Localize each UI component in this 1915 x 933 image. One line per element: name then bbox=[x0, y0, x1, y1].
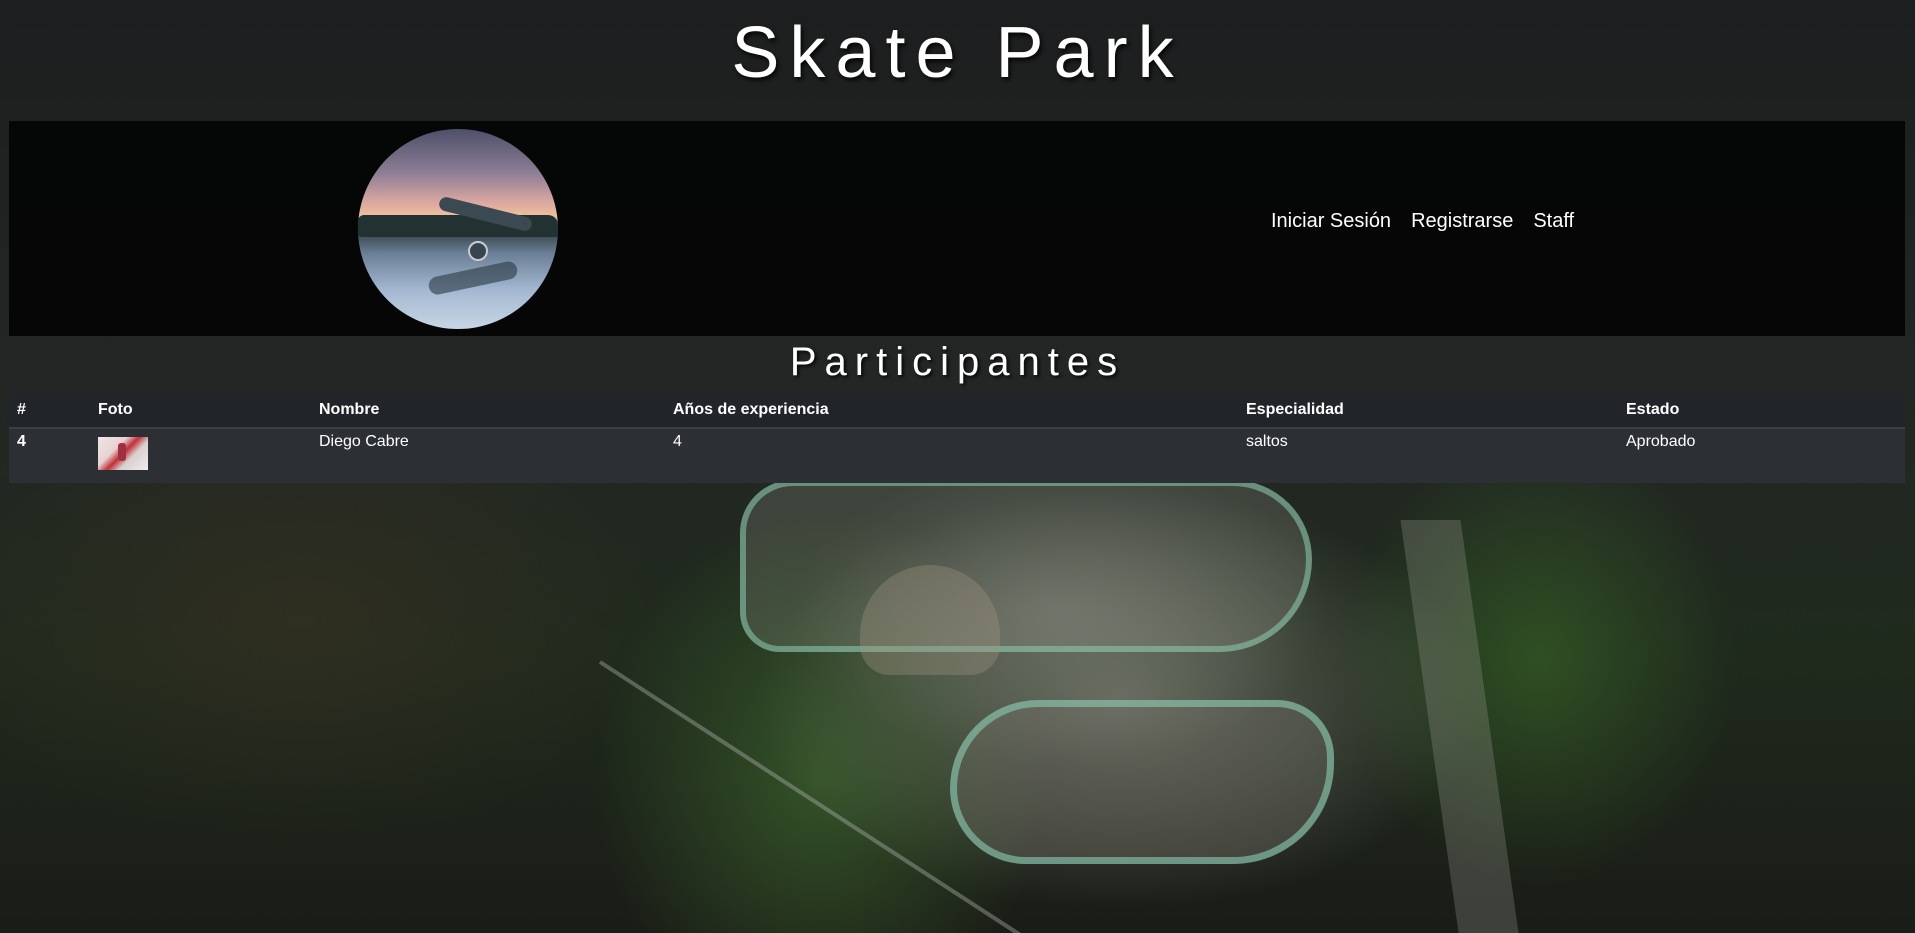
background-fence bbox=[598, 660, 1038, 933]
cell-name: Diego Cabre bbox=[311, 428, 665, 483]
column-header-experience: Años de experiencia bbox=[665, 393, 1238, 429]
main-nav: Iniciar Sesión Registrarse Staff bbox=[1271, 209, 1574, 233]
background-skate-bowl bbox=[950, 700, 1334, 864]
section-title: Participantes bbox=[789, 340, 1126, 384]
cell-status: Aprobado bbox=[1618, 428, 1905, 483]
column-header-number: # bbox=[9, 393, 90, 429]
participants-table: # Foto Nombre Años de experiencia Especi… bbox=[9, 393, 1905, 483]
cell-experience: 4 bbox=[665, 428, 1238, 483]
background-skate-bowl bbox=[740, 480, 1312, 652]
logo-image bbox=[358, 129, 558, 329]
column-header-photo: Foto bbox=[90, 393, 311, 429]
cell-specialty: saltos bbox=[1238, 428, 1618, 483]
participants-table-container: # Foto Nombre Años de experiencia Especi… bbox=[9, 393, 1905, 483]
logo-reflection bbox=[427, 259, 519, 297]
participant-photo-thumbnail bbox=[98, 437, 148, 470]
nav-staff-link[interactable]: Staff bbox=[1533, 209, 1574, 233]
table-row: 4 Diego Cabre 4 saltos Aprobado bbox=[9, 428, 1905, 483]
site-title: Skate Park bbox=[731, 13, 1184, 93]
background-path bbox=[1400, 520, 1520, 933]
column-header-name: Nombre bbox=[311, 393, 665, 429]
cell-number: 4 bbox=[9, 428, 90, 483]
header-bar: Iniciar Sesión Registrarse Staff bbox=[9, 121, 1905, 336]
cell-photo bbox=[90, 428, 311, 483]
nav-register-link[interactable]: Registrarse bbox=[1411, 209, 1513, 233]
nav-login-link[interactable]: Iniciar Sesión bbox=[1271, 209, 1391, 233]
logo-wheel bbox=[468, 241, 488, 261]
column-header-status: Estado bbox=[1618, 393, 1905, 429]
background-skate-dome bbox=[860, 565, 1000, 675]
table-header-row: # Foto Nombre Años de experiencia Especi… bbox=[9, 393, 1905, 429]
column-header-specialty: Especialidad bbox=[1238, 393, 1618, 429]
